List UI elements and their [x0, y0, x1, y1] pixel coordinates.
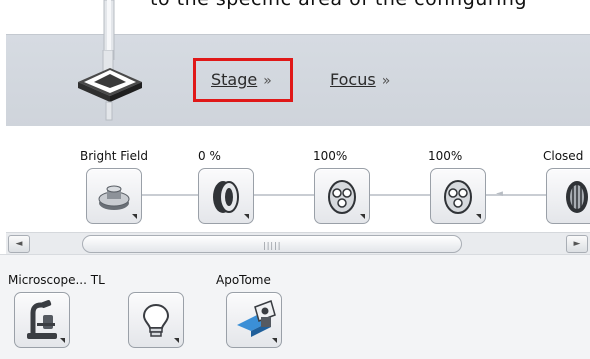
dropdown-corner-icon [476, 214, 481, 219]
focus-link-label: Focus [330, 70, 376, 89]
tool-label-microscope: Microscope... TL [8, 273, 105, 287]
light-path-connector [142, 194, 198, 196]
light-path-connector [254, 194, 314, 196]
lightbulb-button[interactable] [128, 292, 184, 348]
stage-link[interactable]: Stage » [211, 70, 272, 89]
grid-filter-icon [566, 181, 588, 213]
light-path-label-0: Bright Field [80, 149, 148, 163]
scroll-thumb[interactable]: ||||| [82, 235, 462, 253]
scroll-grip-icon: ||||| [263, 241, 282, 250]
filter-wheel-button-2[interactable] [430, 168, 486, 224]
tools-panel [0, 254, 590, 359]
light-path-label-3: 100% [428, 149, 463, 163]
scroll-right-button[interactable]: ► [566, 235, 588, 253]
light-path-connector [486, 194, 546, 196]
reflector-button[interactable] [86, 168, 142, 224]
arrow-left-icon: ◄ [496, 189, 503, 199]
top-strip: to the specific area of the configuring [0, 0, 590, 34]
tool-label-apotome: ApoTome [216, 273, 271, 287]
dropdown-corner-icon [174, 338, 179, 343]
grid-filter-button[interactable] [546, 168, 590, 224]
scroll-left-button[interactable]: ◄ [8, 235, 30, 253]
dropdown-corner-icon [360, 214, 365, 219]
light-path-label-2: 100% [313, 149, 348, 163]
chevron-right-icon: » [263, 73, 272, 89]
filter-wheel-button-1[interactable] [314, 168, 370, 224]
dropdown-corner-icon [244, 214, 249, 219]
focus-link[interactable]: Focus » [330, 70, 390, 89]
ring-filter-button[interactable] [198, 168, 254, 224]
stage-icon[interactable] [70, 49, 150, 130]
light-path-label-1: 0 % [198, 149, 221, 163]
cropped-instruction-text: to the specific area of the configuring [150, 0, 527, 10]
dropdown-corner-icon [272, 338, 277, 343]
horizontal-scrollbar[interactable]: ◄ ||||| ► [6, 232, 590, 256]
chevron-right-icon: » [381, 73, 391, 89]
microscope-button[interactable] [14, 292, 70, 348]
dropdown-corner-icon [60, 338, 65, 343]
light-path-connector [370, 194, 430, 196]
light-path-label-4: Closed [543, 149, 584, 163]
apotome-button[interactable] [226, 292, 282, 348]
dropdown-corner-icon [132, 214, 137, 219]
stage-link-label: Stage [211, 70, 258, 89]
